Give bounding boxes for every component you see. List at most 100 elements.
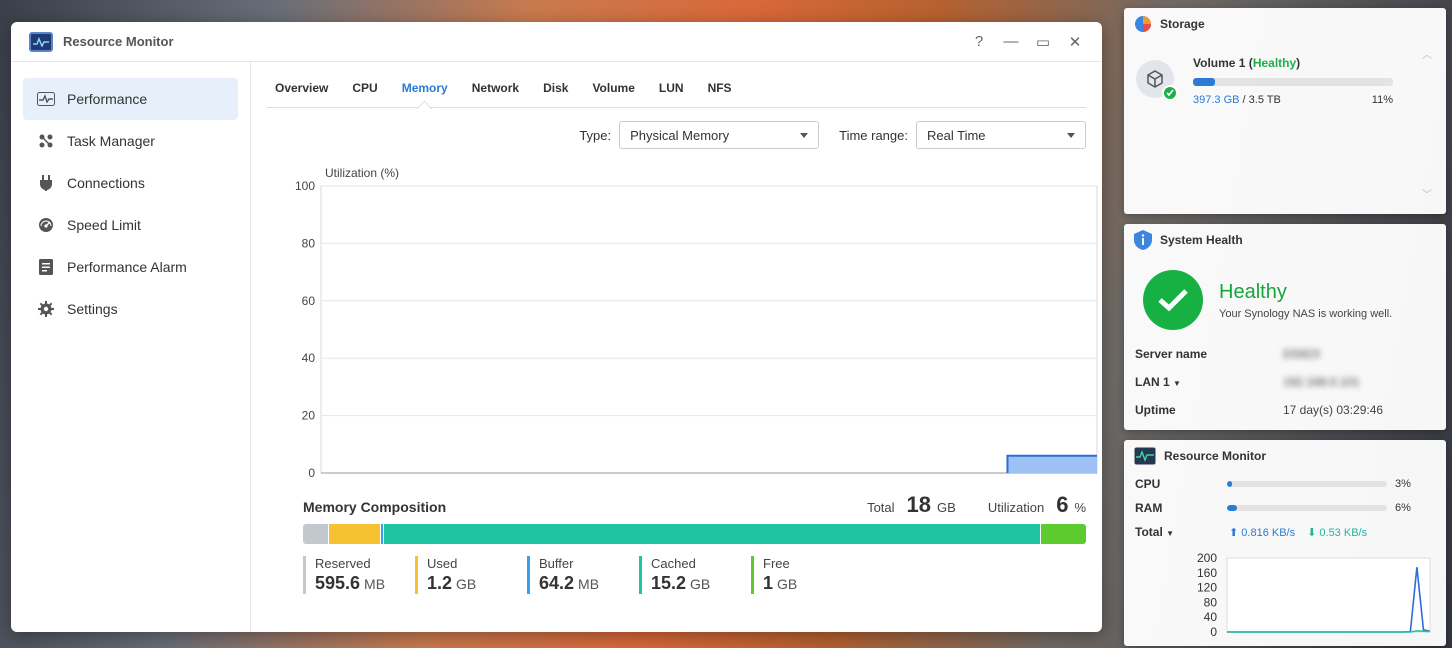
memory-composition-title: Memory Composition — [303, 499, 447, 515]
sidebar-item-task-manager[interactable]: Task Manager — [23, 120, 238, 162]
tab-network[interactable]: Network — [472, 81, 519, 107]
mini-y-tick-label: 160 — [1197, 566, 1217, 580]
volume-status: Healthy — [1252, 56, 1297, 70]
legend-unit: MB — [578, 576, 600, 592]
gear-icon — [37, 300, 55, 318]
legend-label: Free — [763, 556, 790, 571]
health-status: Healthy — [1219, 280, 1287, 303]
tab-cpu[interactable]: CPU — [352, 81, 377, 107]
legend-label: Reserved — [315, 556, 371, 571]
help-button[interactable]: ? — [970, 33, 988, 51]
download-arrow-icon: ⬇ — [1307, 526, 1317, 539]
utilization-label: Utilization — [987, 500, 1045, 515]
lan-label[interactable]: LAN 1 ▼ — [1135, 375, 1283, 389]
minimize-button[interactable]: — — [1002, 33, 1020, 51]
sidebar-item-performance[interactable]: Performance — [23, 78, 238, 120]
tab-volume[interactable]: Volume — [592, 81, 634, 107]
server-name-value: DS923 — [1283, 347, 1320, 361]
scroll-down-icon[interactable]: ﹀ — [1422, 186, 1432, 201]
utilization-unit: % — [1074, 500, 1086, 515]
volume-usage-fill — [1193, 78, 1215, 86]
resource-monitor-app-icon — [29, 31, 53, 52]
composition-segment-reserved — [303, 524, 329, 544]
storage-title: Storage — [1160, 17, 1205, 31]
uptime-value: 17 day(s) 03:29:46 — [1283, 403, 1384, 417]
utilization-value: 6 — [1056, 492, 1069, 517]
network-total-row: Total ▼ ⬆ 0.816 KB/s ⬇ 0.53 KB/s — [1124, 520, 1446, 544]
tab-disk[interactable]: Disk — [543, 81, 568, 107]
healthy-check-icon — [1162, 85, 1178, 101]
sidebar-item-performance-alarm[interactable]: Performance Alarm — [23, 246, 238, 288]
uptime-label: Uptime — [1135, 403, 1176, 417]
scroll-up-icon[interactable]: ︿ — [1422, 46, 1432, 61]
volume-icon — [1136, 60, 1178, 101]
resource-monitor-widget-header[interactable]: Resource Monitor — [1124, 440, 1446, 472]
time-range-select[interactable]: Real Time — [916, 121, 1086, 149]
series-area — [1007, 455, 1097, 473]
legend-used: Used 1.2 GB — [415, 556, 527, 594]
type-label: Type: — [579, 127, 612, 143]
health-message: Your Synology NAS is working well. — [1219, 307, 1393, 320]
close-button[interactable]: ✕ — [1066, 33, 1084, 51]
gauge-icon — [37, 216, 55, 234]
time-range-label: Time range: — [839, 127, 908, 143]
total-label: Total — [867, 500, 895, 515]
network-total-label-text: Total — [1135, 525, 1163, 539]
sidebar-item-label: Settings — [67, 301, 118, 317]
type-select-value: Physical Memory — [630, 127, 730, 143]
tab-overview[interactable]: Overview — [275, 81, 328, 107]
legend-cached: Cached 15.2 GB — [639, 556, 751, 594]
cpu-value: 3% — [1395, 478, 1411, 490]
system-health-header[interactable]: System Health — [1124, 224, 1446, 256]
monitor-icon — [1134, 447, 1156, 465]
composition-segment-cached — [384, 524, 1042, 544]
tab-memory[interactable]: Memory — [402, 81, 448, 107]
upload-arrow-icon: ⬆ — [1229, 526, 1239, 539]
title-bar[interactable]: Resource Monitor ? — ▭ ✕ — [11, 22, 1102, 62]
volume-total: / 3.5 TB — [1242, 94, 1281, 106]
sidebar-item-speed-limit[interactable]: Speed Limit — [23, 204, 238, 246]
mini-y-tick-label: 80 — [1204, 595, 1218, 609]
time-range-select-value: Real Time — [927, 127, 986, 143]
legend-label: Cached — [651, 556, 696, 571]
legend-value: 15.2 — [651, 573, 687, 593]
resource-monitor-widget-title: Resource Monitor — [1164, 449, 1267, 463]
tab-nfs[interactable]: NFS — [708, 81, 732, 107]
system-health-title: System Health — [1160, 233, 1243, 247]
legend-unit: GB — [456, 576, 477, 592]
storage-widget-header[interactable]: Storage — [1124, 8, 1446, 40]
cpu-label: CPU — [1135, 477, 1161, 491]
lan-label-text: LAN 1 — [1135, 375, 1170, 389]
download-rate: ⬇ 0.53 KB/s — [1307, 526, 1367, 539]
caret-down-icon: ▼ — [1173, 379, 1181, 388]
sidebar: Performance Task Manager Connections Spe… — [11, 62, 251, 632]
composition-segment-used — [328, 524, 382, 544]
maximize-button[interactable]: ▭ — [1034, 33, 1052, 51]
ram-meter-fill — [1227, 505, 1237, 511]
y-tick-label: 60 — [302, 294, 316, 308]
legend-reserved: Reserved 595.6 MB — [303, 556, 415, 594]
type-select[interactable]: Physical Memory — [619, 121, 820, 149]
storage-widget: Storage Volume 1 (Healthy) 397.3 GB / 3.… — [1124, 8, 1446, 214]
sidebar-item-connections[interactable]: Connections — [23, 162, 238, 204]
info-shield-icon — [1134, 230, 1152, 250]
y-tick-label: 40 — [302, 351, 316, 365]
network-total-label[interactable]: Total ▼ — [1135, 525, 1229, 539]
upload-value: 0.816 KB/s — [1241, 526, 1296, 539]
sidebar-item-settings[interactable]: Settings — [23, 288, 238, 330]
mini-y-tick-label: 120 — [1197, 581, 1217, 595]
volume-label: Volume 1 (Healthy) — [1193, 56, 1301, 70]
server-name-row: Server name DS923 — [1124, 340, 1446, 368]
chevron-down-icon — [1067, 132, 1075, 138]
tab-bar: Overview CPU Memory Network Disk Volume … — [267, 62, 1086, 108]
legend-unit: GB — [690, 576, 711, 592]
legend-value: 1 — [763, 573, 774, 593]
healthy-status-icon — [1143, 270, 1203, 330]
caret-down-icon: ▼ — [1166, 529, 1175, 538]
upload-rate: ⬆ 0.816 KB/s — [1229, 526, 1295, 539]
tab-lun[interactable]: LUN — [659, 81, 684, 107]
memory-legend: Reserved 595.6 MB Used 1.2 GB Buffer 64.2 M… — [303, 556, 1086, 594]
volume-used: 397.3 GB — [1193, 94, 1240, 106]
utilization-chart: Utilization (%) 0 20 40 60 80 100 — [267, 162, 1098, 492]
volume-percent: 11% — [1371, 94, 1393, 106]
